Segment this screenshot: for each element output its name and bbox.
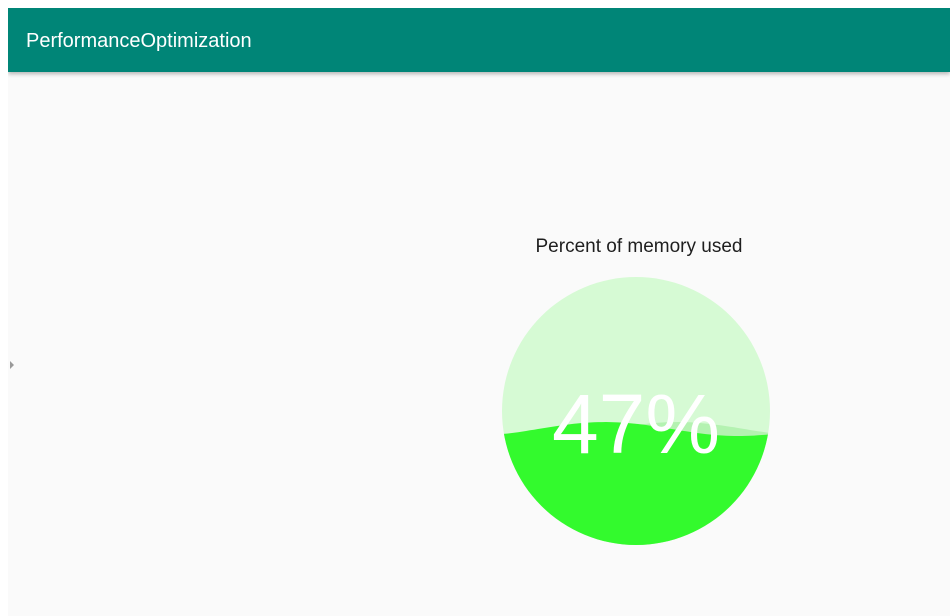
caret-right-icon[interactable]: [10, 361, 14, 369]
app-bar: PerformanceOptimization: [8, 8, 950, 72]
app-screen: PerformanceOptimization Percent of memor…: [8, 8, 950, 616]
gauge-label: Percent of memory used: [535, 236, 743, 257]
gauge-percent-text: 47%: [552, 377, 720, 471]
app-title: PerformanceOptimization: [26, 30, 252, 52]
memory-gauge: 47%: [502, 277, 770, 545]
memory-gauge-graphic: 47%: [502, 277, 770, 545]
